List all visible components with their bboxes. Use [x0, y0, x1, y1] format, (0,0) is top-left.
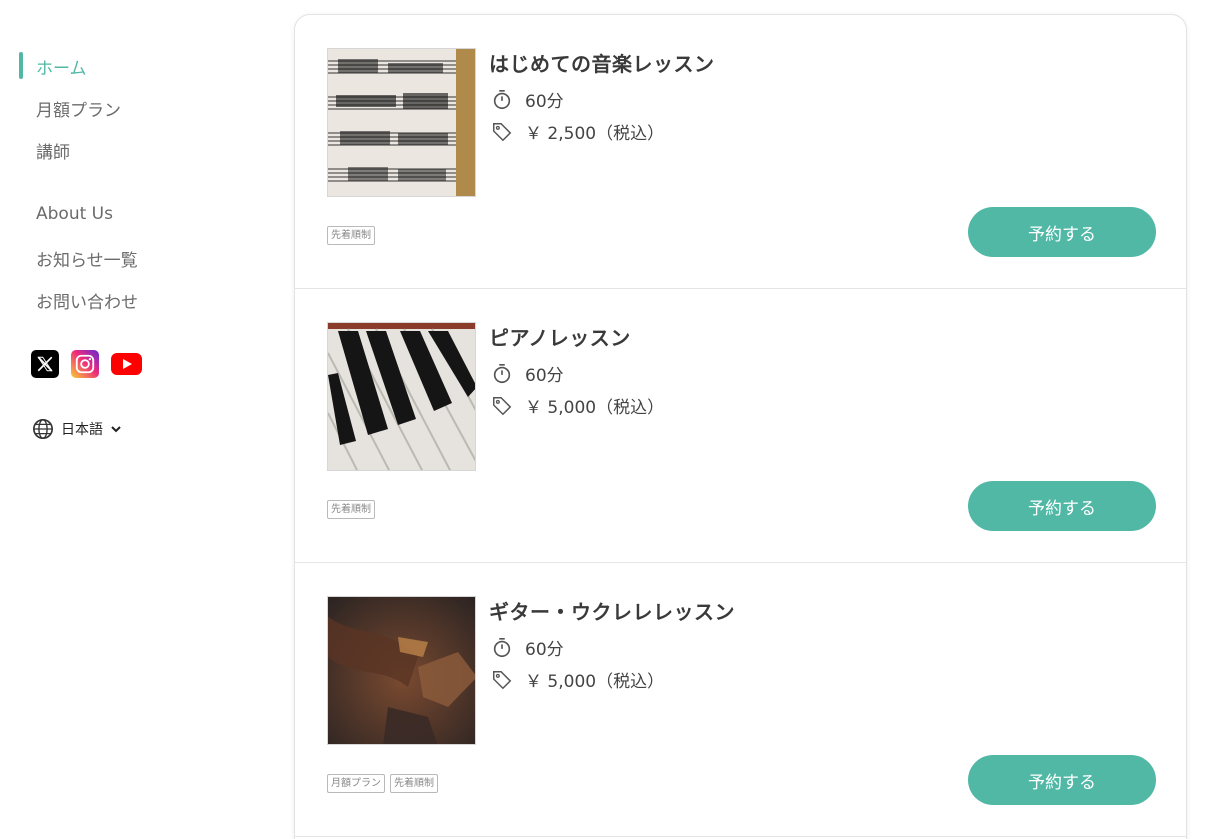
timer-icon: [491, 363, 513, 385]
lesson-tags: 先着順制: [327, 500, 375, 519]
price-text: ￥ 5,000（税込）: [525, 398, 665, 418]
lesson-thumbnail-sheet-music: [327, 48, 476, 197]
lesson-item: はじめての音楽レッスン 60分 ￥ 2,500（税込） 先着順制 予約する: [295, 15, 1186, 289]
language-label: 日本語: [61, 422, 103, 438]
x-icon[interactable]: [31, 350, 59, 378]
tag-first-come: 先着順制: [327, 500, 375, 519]
lesson-thumbnail-piano-keys: [327, 322, 476, 471]
youtube-icon[interactable]: [111, 353, 142, 375]
lesson-duration: 60分: [491, 361, 564, 386]
social-links: [31, 350, 142, 378]
language-selector[interactable]: 日本語: [32, 418, 122, 440]
nav-item-monthly-plan[interactable]: 月額プラン: [36, 96, 121, 121]
timer-icon: [491, 637, 513, 659]
price-tag-icon: [491, 121, 513, 143]
lesson-duration: 60分: [491, 635, 564, 660]
sidebar: ホーム 月額プラン 講師 About Us お知らせ一覧 お問い合わせ 日本語: [0, 0, 270, 839]
lesson-list-card: はじめての音楽レッスン 60分 ￥ 2,500（税込） 先着順制 予約する ピア…: [294, 14, 1187, 839]
timer-icon: [491, 89, 513, 111]
lesson-tags: 月額プラン 先着順制: [327, 774, 438, 793]
lesson-thumbnail-guitar-hands: [327, 596, 476, 745]
price-text: ￥ 2,500（税込）: [525, 124, 665, 144]
chevron-down-icon: [111, 426, 121, 433]
reserve-button[interactable]: 予約する: [968, 755, 1156, 805]
nav-item-contact[interactable]: お問い合わせ: [36, 288, 138, 313]
globe-icon: [33, 419, 53, 439]
tag-first-come: 先着順制: [390, 774, 438, 793]
price-tag-icon: [491, 669, 513, 691]
duration-text: 60分: [525, 92, 564, 112]
reserve-button[interactable]: 予約する: [968, 207, 1156, 257]
duration-text: 60分: [525, 640, 564, 660]
lesson-price: ￥ 5,000（税込）: [491, 667, 664, 692]
duration-text: 60分: [525, 366, 564, 386]
tag-monthly-plan: 月額プラン: [327, 774, 385, 793]
lesson-item: ギター・ウクレレレッスン 60分 ￥ 5,000（税込） 月額プラン 先着順制 …: [295, 563, 1186, 837]
nav-item-about-us[interactable]: About Us: [36, 204, 113, 224]
lesson-duration: 60分: [491, 87, 564, 112]
lesson-item: ピアノレッスン 60分 ￥ 5,000（税込） 先着順制 予約する: [295, 289, 1186, 563]
reserve-button[interactable]: 予約する: [968, 481, 1156, 531]
tag-first-come: 先着順制: [327, 226, 375, 245]
active-indicator: [19, 52, 23, 79]
lesson-price: ￥ 5,000（税込）: [491, 393, 664, 418]
price-tag-icon: [491, 395, 513, 417]
nav-item-news[interactable]: お知らせ一覧: [36, 246, 138, 271]
lesson-tags: 先着順制: [327, 226, 375, 245]
lesson-title: ギター・ウクレレレッスン: [489, 600, 735, 624]
price-text: ￥ 5,000（税込）: [525, 672, 665, 692]
nav-item-home[interactable]: ホーム: [36, 54, 87, 79]
lesson-title: はじめての音楽レッスン: [489, 52, 715, 76]
nav-item-instructors[interactable]: 講師: [36, 138, 70, 163]
instagram-icon[interactable]: [71, 350, 99, 378]
lesson-price: ￥ 2,500（税込）: [491, 119, 664, 144]
lesson-title: ピアノレッスン: [489, 326, 631, 350]
